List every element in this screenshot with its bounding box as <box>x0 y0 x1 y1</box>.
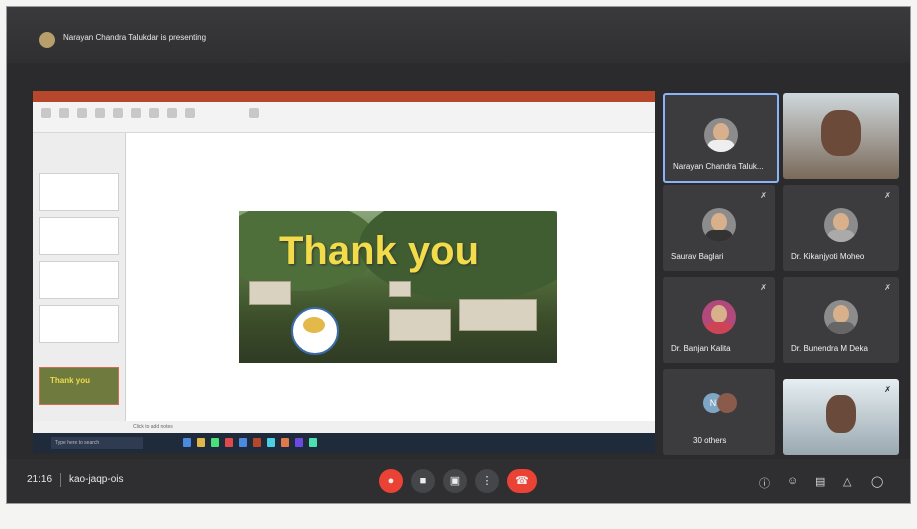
taskbar-app-icon[interactable] <box>239 438 247 447</box>
people-icon[interactable]: ☺ <box>787 475 798 487</box>
leave-call-button[interactable]: ☎ <box>507 469 537 493</box>
current-slide: Thank you <box>239 211 557 363</box>
search-placeholder: Type here to search <box>55 440 100 446</box>
avatar <box>717 393 737 413</box>
powerpoint-titlebar <box>33 91 655 102</box>
ribbon-icon <box>113 108 123 118</box>
mic-off-icon: ✗ <box>760 283 767 292</box>
more-options-button[interactable]: ⋮ <box>475 469 499 493</box>
building-graphic <box>249 281 291 305</box>
taskbar-search[interactable]: Type here to search <box>51 437 143 449</box>
others-avatars: N <box>699 393 759 417</box>
ribbon-icon <box>131 108 141 118</box>
info-icon[interactable]: ⓘ <box>759 475 770 491</box>
participant-tile[interactable]: ✗ Dr. Kikanjyoti Moheo <box>783 185 899 271</box>
present-icon: ▣ <box>449 475 461 487</box>
participant-video <box>826 394 856 433</box>
taskbar-app-icon[interactable] <box>267 438 275 447</box>
mic-off-icon: ✗ <box>884 283 891 292</box>
slide-title: Thank you <box>279 229 480 273</box>
participant-video <box>821 109 861 156</box>
meeting-time: 21:16 <box>27 474 53 485</box>
participant-avatar <box>824 207 858 242</box>
more-icon: ⋮ <box>481 475 493 487</box>
ribbon-icon <box>59 108 69 118</box>
presenter-avatar <box>39 32 55 48</box>
ribbon-icon <box>167 108 177 118</box>
notes-placeholder[interactable]: Click to add notes <box>133 424 173 430</box>
participant-name: Narayan Chandra Taluk... <box>673 162 764 171</box>
participant-avatar <box>702 299 736 334</box>
shared-screen: Thank you Thank you Click to add notes T… <box>33 91 655 453</box>
mic-off-icon: ✗ <box>760 191 767 200</box>
powerpoint-ribbon <box>33 102 655 133</box>
taskbar-app-icon[interactable] <box>309 438 317 447</box>
participant-name: Dr. Bunendra M Deka <box>791 344 868 353</box>
camera-icon: ■ <box>419 475 427 487</box>
ribbon-icon <box>77 108 87 118</box>
presenting-label: Narayan Chandra Talukdar is presenting <box>63 33 207 42</box>
ribbon-icon <box>249 108 259 118</box>
thumb-title: Thank you <box>50 376 91 385</box>
notes-bar: Click to add notes <box>33 421 655 433</box>
building-graphic <box>389 309 451 341</box>
taskbar-app-icon[interactable] <box>183 438 191 447</box>
lock-icon[interactable]: ◯ <box>871 475 883 488</box>
participant-avatar <box>702 207 736 242</box>
slide-thumbnails: Thank you <box>33 133 126 433</box>
meet-window: Narayan Chandra Talukdar is presenting T… <box>6 6 911 504</box>
taskbar-app-icon[interactable] <box>211 438 219 447</box>
taskbar-app-icon[interactable] <box>253 438 261 447</box>
hang-up-icon: ☎ <box>515 475 529 487</box>
windows-taskbar: Type here to search <box>33 433 655 453</box>
participant-name: Saurav Baglari <box>671 252 724 261</box>
participant-name: Dr. Banjan Kalita <box>671 344 731 353</box>
chat-icon[interactable]: ▤ <box>815 475 825 488</box>
ribbon-icon <box>149 108 159 118</box>
taskbar-app-icon[interactable] <box>197 438 205 447</box>
divider <box>60 473 61 487</box>
camera-button[interactable]: ■ <box>411 469 435 493</box>
meeting-code: kao-jaqp-ois <box>69 474 124 485</box>
participant-video <box>704 117 738 152</box>
ribbon-icon <box>41 108 51 118</box>
presenter-bar: Narayan Chandra Talukdar is presenting <box>7 7 910 63</box>
participant-tile[interactable]: ✗ Dr. Bunendra M Deka <box>783 277 899 363</box>
institute-logo <box>291 307 339 355</box>
building-graphic <box>459 299 537 331</box>
taskbar-app-icon[interactable] <box>281 438 289 447</box>
participant-tile[interactable]: ✗ Saurav Baglari <box>663 185 775 271</box>
participant-tile[interactable] <box>783 93 899 179</box>
slide-thumbnail-active[interactable]: Thank you <box>39 367 119 405</box>
others-tile[interactable]: N 30 others <box>663 369 775 455</box>
others-count: 30 others <box>693 436 727 445</box>
meeting-controls-bar: 21:16 kao-jaqp-ois ● ■ ▣ ⋮ ☎ ⓘ ☺ ▤ △ ◯ <box>7 459 910 503</box>
participant-tile[interactable]: Narayan Chandra Taluk... <box>663 93 779 183</box>
building-graphic <box>389 281 411 297</box>
slide-thumbnail[interactable] <box>39 217 119 255</box>
self-view-tile[interactable]: ✗ <box>783 379 899 455</box>
taskbar-app-icon[interactable] <box>225 438 233 447</box>
participant-avatar <box>824 299 858 334</box>
present-button[interactable]: ▣ <box>443 469 467 493</box>
slide-thumbnail[interactable] <box>39 173 119 211</box>
taskbar-app-icon[interactable] <box>295 438 303 447</box>
participant-name: Dr. Kikanjyoti Moheo <box>791 252 865 261</box>
slide-thumbnail[interactable] <box>39 305 119 343</box>
ribbon-icon <box>185 108 195 118</box>
mic-off-icon: ● <box>387 475 395 487</box>
participant-tile[interactable]: ✗ Dr. Banjan Kalita <box>663 277 775 363</box>
ribbon-icon <box>95 108 105 118</box>
mic-toggle-button[interactable]: ● <box>379 469 403 493</box>
mic-off-icon: ✗ <box>884 385 891 394</box>
activities-icon[interactable]: △ <box>843 475 851 488</box>
mic-off-icon: ✗ <box>884 191 891 200</box>
slide-thumbnail[interactable] <box>39 261 119 299</box>
